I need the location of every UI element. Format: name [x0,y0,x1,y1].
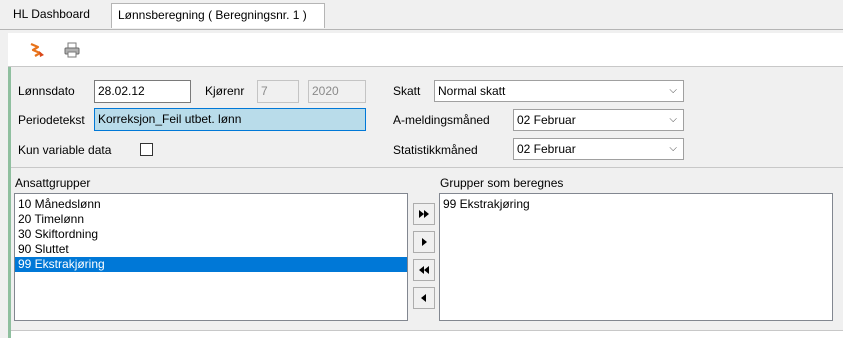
tab-hl-dashboard[interactable]: HL Dashboard [7,3,106,28]
periodetekst-input[interactable]: Korreksjon_Feil utbet. lønn [94,108,366,131]
statistikkmaned-select[interactable]: 02 Februar ⌵ [513,138,684,160]
move-right-button[interactable] [413,231,435,253]
arrow-left-icon [421,294,426,302]
chevron-down-icon: ⌵ [669,114,677,125]
skatt-value: Normal skatt [438,84,506,98]
list-item[interactable]: 90 Sluttet [15,242,407,257]
chevron-down-icon: ⌵ [669,85,677,96]
move-all-right-button[interactable] [413,203,435,225]
tab-lonnsberegning[interactable]: Lønnsberegning ( Beregningsnr. 1 ) [111,3,325,28]
arrow-right-icon [422,238,427,246]
move-all-left-button[interactable] [413,259,435,281]
year-input: 2020 [308,80,366,103]
lonnsdato-label: Lønnsdato [18,84,75,98]
section-divider [11,167,843,168]
form-area: Lønnsdato 28.02.12 Kjørenr 7 2020 Skatt … [11,68,843,168]
chevron-down-icon: ⌵ [669,143,677,154]
skatt-select[interactable]: Normal skatt ⌵ [434,80,684,102]
skatt-label: Skatt [393,84,421,98]
double-arrow-left-icon [419,266,429,274]
ameldingsmaned-select[interactable]: 02 Februar ⌵ [513,109,684,131]
grupper-som-beregnes-list[interactable]: 99 Ekstrakjøring [439,193,833,321]
list-item-selected[interactable]: 99 Ekstrakjøring [15,257,407,272]
statistikkmaned-value: 02 Februar [517,142,576,156]
statistikkmaned-label: Statistikkmåned [393,143,478,157]
double-arrow-right-icon [419,210,429,218]
kjorenr-input: 7 [257,80,299,103]
calculate-icon[interactable] [28,41,46,59]
ameldingsmaned-label: A-meldingsmåned [393,113,490,127]
printer-icon[interactable] [63,41,81,59]
list-item[interactable]: 20 Timelønn [15,212,407,227]
grupper-som-beregnes-title: Grupper som beregnes [440,176,564,190]
periodetekst-label: Periodetekst [18,113,85,127]
list-item[interactable]: 10 Månedslønn [15,197,407,212]
ansattgrupper-title: Ansattgrupper [15,176,91,190]
tab-strip: HL Dashboard Lønnsberegning ( Beregnings… [0,0,843,30]
tab-divider [0,29,843,30]
kun-variable-checkbox[interactable] [140,143,153,156]
list-item[interactable]: 30 Skiftordning [15,227,407,242]
ansattgrupper-list[interactable]: 10 Månedslønn 20 Timelønn 30 Skiftordnin… [14,193,408,321]
kjorenr-label: Kjørenr [205,84,245,98]
kun-variable-label: Kun variable data [18,143,112,157]
move-left-button[interactable] [413,287,435,309]
bottom-panel [11,330,843,338]
list-item[interactable]: 99 Ekstrakjøring [440,197,832,212]
toolbar [8,33,843,67]
lonnsdato-input[interactable]: 28.02.12 [94,80,191,103]
ameldingsmaned-value: 02 Februar [517,113,576,127]
